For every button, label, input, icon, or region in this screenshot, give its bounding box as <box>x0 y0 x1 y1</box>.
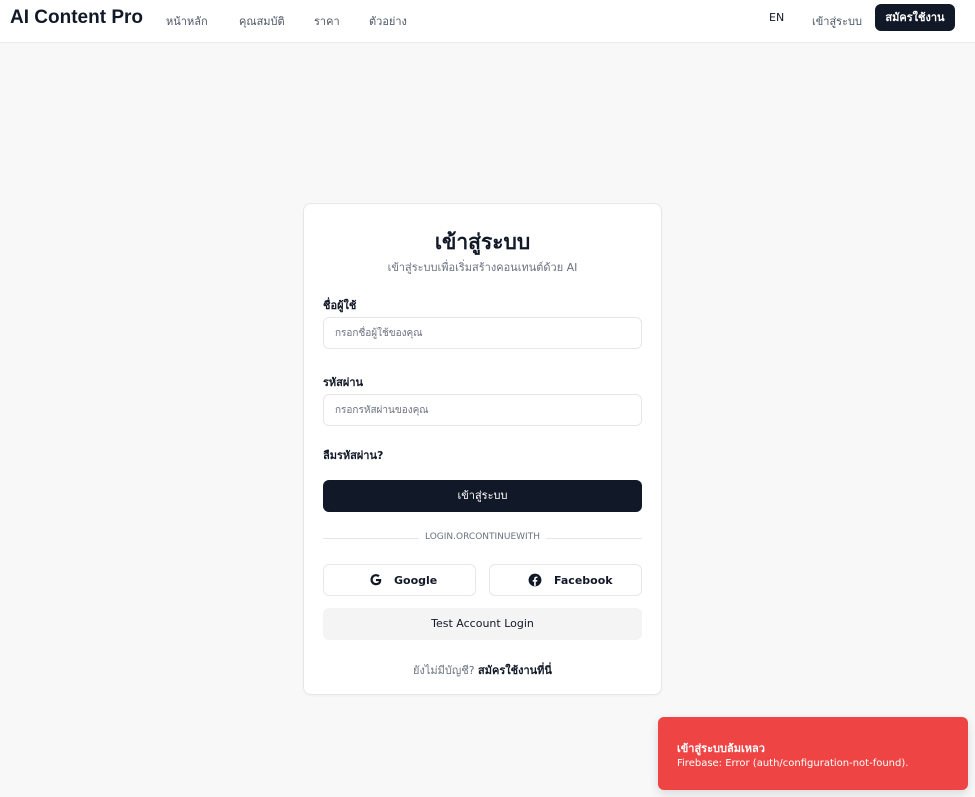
nav-link-features[interactable]: คุณสมบัติ <box>239 12 285 30</box>
language-toggle[interactable]: EN <box>769 11 784 24</box>
error-toast[interactable]: เข้าสู่ระบบล้มเหลว Firebase: Error (auth… <box>658 717 968 790</box>
login-title: เข้าสู่ระบบ <box>434 230 531 254</box>
test-account-login-button[interactable]: Test Account Login <box>323 608 642 640</box>
signup-link[interactable]: สมัครใช้งานที่นี่ <box>478 664 552 677</box>
username-input[interactable] <box>323 317 642 349</box>
facebook-button-label: Facebook <box>554 574 613 587</box>
brand-logo[interactable]: AI Content Pro <box>10 7 143 29</box>
signup-prompt: ยังไม่มีบัญชี? สมัครใช้งานที่นี่ <box>304 661 661 679</box>
divider-text: LOGIN.ORCONTINUEWITH <box>304 532 661 542</box>
login-submit-button[interactable]: เข้าสู่ระบบ <box>323 480 642 512</box>
nav-link-examples[interactable]: ตัวอย่าง <box>369 12 407 30</box>
nav-signup-button[interactable]: สมัครใช้งาน <box>875 4 955 31</box>
password-label: รหัสผ่าน <box>323 376 364 389</box>
top-navbar: AI Content Pro หน้าหลัก คุณสมบัติ ราคา ต… <box>0 0 975 43</box>
toast-title: เข้าสู่ระบบล้มเหลว <box>677 742 765 755</box>
login-subtitle: เข้าสู่ระบบเพื่อเริ่มสร้างคอนเทนต์ด้วย A… <box>387 261 578 274</box>
forgot-password-link[interactable]: ลืมรหัสผ่าน? <box>323 446 383 464</box>
divider-label: LOGIN.ORCONTINUEWITH <box>419 532 546 542</box>
password-input[interactable] <box>323 394 642 426</box>
nav-link-pricing[interactable]: ราคา <box>314 12 340 30</box>
username-label: ชื่อผู้ใช้ <box>323 299 357 312</box>
nav-link-home[interactable]: หน้าหลัก <box>166 12 208 30</box>
google-icon <box>370 574 382 586</box>
facebook-login-button[interactable]: Facebook <box>489 564 642 596</box>
toast-message: Firebase: Error (auth/configuration-not-… <box>677 758 909 769</box>
facebook-icon <box>528 573 542 587</box>
nav-login-button[interactable]: เข้าสู่ระบบ <box>812 12 862 30</box>
no-account-text: ยังไม่มีบัญชี? <box>413 664 475 677</box>
google-button-label: Google <box>394 574 438 587</box>
login-card: เข้าสู่ระบบ เข้าสู่ระบบเพื่อเริ่มสร้างคอ… <box>303 203 662 695</box>
google-login-button[interactable]: Google <box>323 564 476 596</box>
